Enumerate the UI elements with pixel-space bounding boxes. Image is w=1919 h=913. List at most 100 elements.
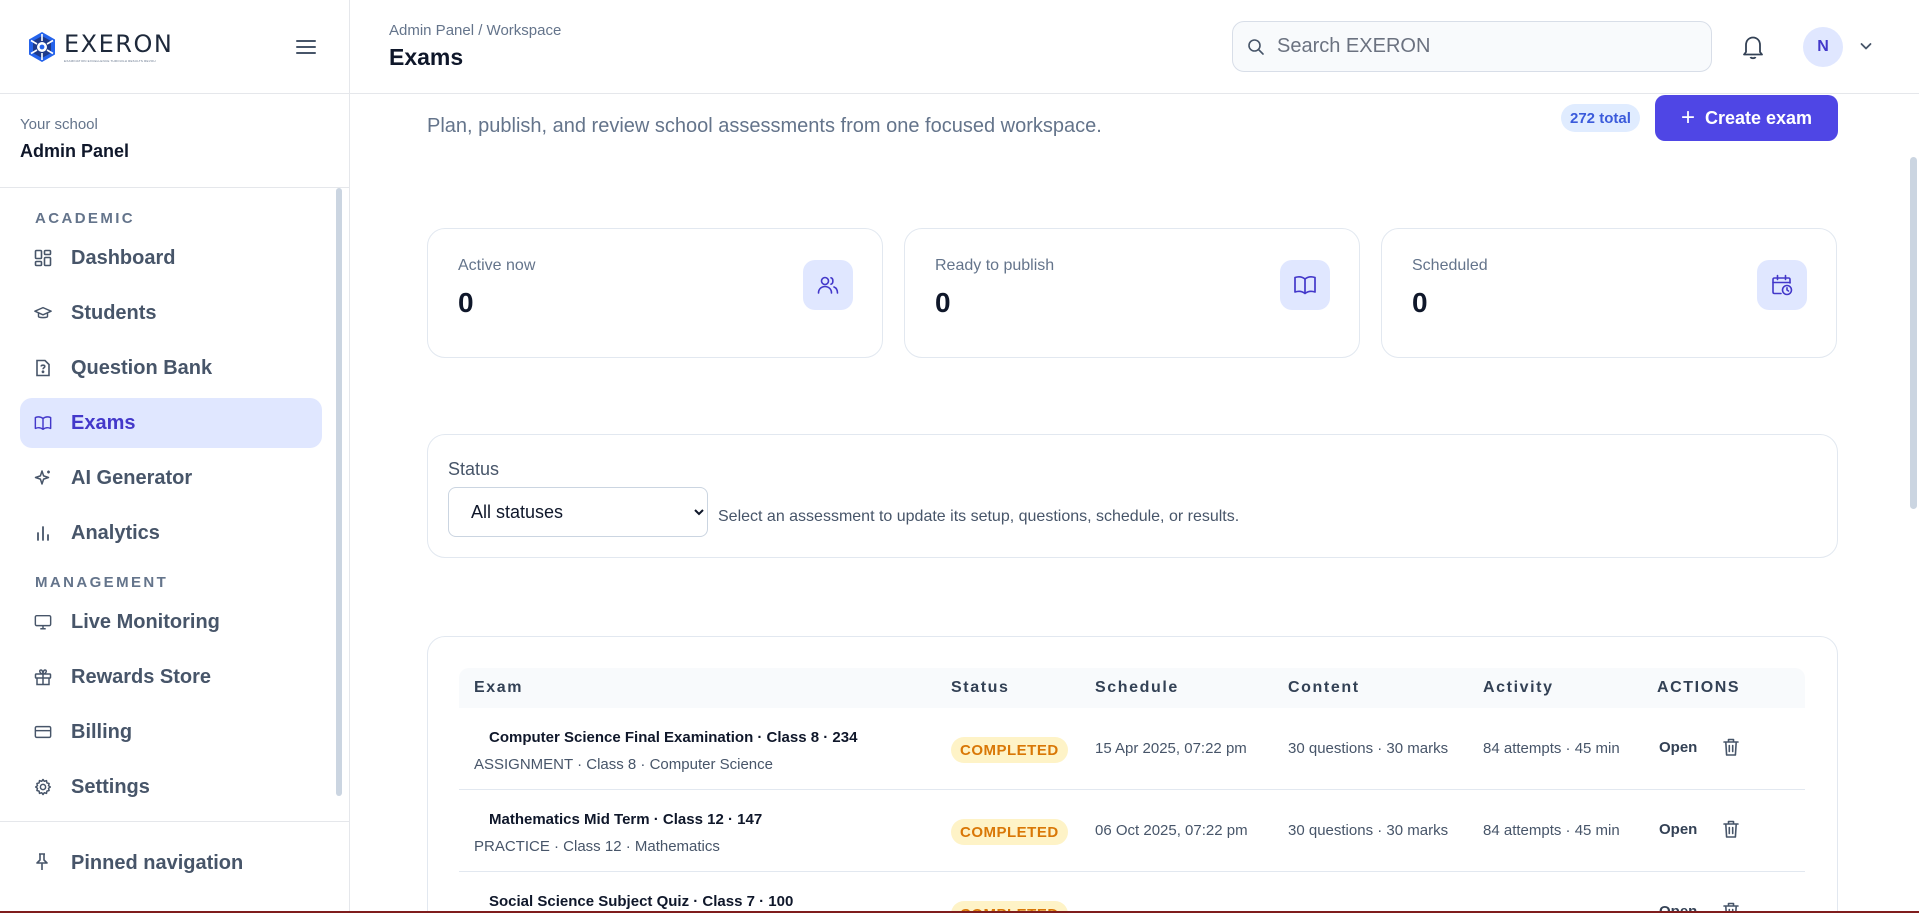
sidebar-item-label: Dashboard: [71, 246, 176, 269]
status-badge: COMPLETED: [951, 737, 1068, 763]
status-badge: COMPLETED: [951, 819, 1068, 845]
menu-toggle-button[interactable]: [290, 35, 322, 59]
exam-content: 30 questions · 30 marks: [1288, 822, 1449, 839]
sidebar-item-rewards-store[interactable]: Rewards Store: [20, 652, 322, 702]
school-info: Your school Admin Panel: [0, 94, 349, 188]
sidebar-item-label: Students: [71, 301, 157, 324]
monitor-icon: [34, 613, 52, 631]
stat-value: 0: [935, 287, 951, 318]
stat-value: 0: [1412, 287, 1428, 318]
sidebar-nav: ACADEMIC Dashboard Students Question Ban…: [0, 188, 342, 820]
exam-activity: 84 attempts · 45 min: [1483, 740, 1620, 757]
trash-icon[interactable]: [1722, 737, 1740, 757]
graduation-cap-icon: [34, 304, 52, 322]
sidebar-item-analytics[interactable]: Analytics: [20, 508, 322, 558]
stat-value: 0: [458, 287, 474, 318]
column-header-exam[interactable]: Exam: [474, 679, 523, 697]
stat-card-active-now: Active now 0: [427, 228, 883, 358]
sidebar-item-live-monitoring[interactable]: Live Monitoring: [20, 597, 322, 647]
chevron-down-icon[interactable]: [1858, 38, 1874, 54]
question-file-icon: [34, 359, 52, 377]
stat-card-ready-to-publish: Ready to publish 0: [904, 228, 1360, 358]
stat-card-scheduled: Scheduled 0: [1381, 228, 1837, 358]
column-header-actions: ACTIONS: [1657, 679, 1741, 696]
sidebar-item-students[interactable]: Students: [20, 288, 322, 338]
exam-title[interactable]: Computer Science Final Examination · Cla…: [489, 729, 857, 746]
filter-hint: Select an assessment to update its setup…: [718, 508, 1240, 525]
sidebar-item-exams[interactable]: Exams: [20, 398, 322, 448]
page-subtitle: Plan, publish, and review school assessm…: [427, 115, 1102, 137]
book-open-icon: [34, 414, 52, 432]
stat-caption: Active now: [458, 257, 536, 274]
pinned-navigation-toggle[interactable]: Pinned navigation: [0, 821, 350, 913]
status-filter-select[interactable]: All statuses: [448, 487, 708, 537]
stat-caption: Ready to publish: [935, 257, 1055, 274]
sidebar-item-label: Live Monitoring: [71, 610, 220, 633]
sidebar-item-settings[interactable]: Settings: [20, 762, 322, 812]
table-row[interactable]: Social Science Subject Quiz · Class 7 · …: [459, 872, 1805, 913]
sidebar-item-label: Billing: [71, 720, 133, 743]
exam-title[interactable]: Mathematics Mid Term · Class 12 · 147: [489, 811, 762, 828]
filter-card: Status All statuses Select an assessment…: [427, 434, 1838, 558]
brand-header: EXERON EXAMINATION EXCELLENCE THROUGH RE…: [0, 0, 349, 94]
open-exam-button[interactable]: Open: [1659, 821, 1697, 838]
nav-heading-management: MANAGEMENT: [35, 574, 169, 591]
top-bar: Admin Panel / Workspace Exams N: [350, 0, 1919, 94]
create-exam-button[interactable]: + Create exam: [1655, 95, 1838, 141]
sparkles-icon: [34, 469, 52, 487]
table-row[interactable]: Computer Science Final Examination · Cla…: [459, 708, 1805, 790]
exam-meta: ASSIGNMENT · Class 8 · Computer Science: [474, 756, 773, 773]
brand-wordmark: EXERON EXAMINATION EXCELLENCE THROUGH RE…: [64, 31, 173, 63]
stat-caption: Scheduled: [1412, 257, 1488, 274]
column-header-status[interactable]: Status: [951, 679, 1010, 697]
sidebar-item-label: Exams: [71, 411, 136, 434]
exam-activity: 84 attempts · 45 min: [1483, 822, 1620, 839]
hamburger-icon: [296, 40, 316, 54]
search-box[interactable]: [1232, 21, 1712, 72]
main-content: Plan, publish, and review school assessm…: [350, 95, 1919, 913]
pinned-navigation-label: Pinned navigation: [71, 852, 244, 874]
column-header-schedule[interactable]: Schedule: [1095, 679, 1179, 697]
school-name: Admin Panel: [20, 141, 130, 161]
column-header-activity[interactable]: Activity: [1483, 679, 1554, 697]
school-caption: Your school: [20, 116, 98, 133]
brand-tagline: EXAMINATION EXCELLENCE THROUGH RESULTS R…: [64, 58, 156, 63]
page-title: Exams: [389, 44, 464, 70]
sidebar: EXERON EXAMINATION EXCELLENCE THROUGH RE…: [0, 0, 350, 913]
sidebar-item-label: AI Generator: [71, 466, 193, 489]
exam-schedule: 15 Apr 2025, 07:22 pm: [1095, 740, 1247, 757]
bar-chart-icon: [34, 524, 52, 542]
exam-content: 30 questions · 30 marks: [1288, 740, 1449, 757]
table-row[interactable]: Mathematics Mid Term · Class 12 · 147 PR…: [459, 790, 1805, 872]
trash-icon[interactable]: [1722, 819, 1740, 839]
exams-table-card: Exam Status Schedule Content Activity AC…: [427, 636, 1838, 913]
open-exam-button[interactable]: Open: [1659, 739, 1697, 756]
sidebar-item-label: Analytics: [71, 521, 160, 544]
gift-icon: [34, 668, 52, 686]
table-header: Exam Status Schedule Content Activity AC…: [459, 668, 1805, 708]
sidebar-item-label: Settings: [71, 775, 150, 798]
users-icon: [803, 260, 853, 310]
sidebar-item-ai-generator[interactable]: AI Generator: [20, 453, 322, 503]
user-avatar[interactable]: N: [1803, 27, 1843, 67]
search-input[interactable]: [1277, 35, 1677, 58]
exam-title[interactable]: Social Science Subject Quiz · Class 7 · …: [489, 893, 793, 910]
sidebar-item-dashboard[interactable]: Dashboard: [20, 233, 322, 283]
main-scrollbar[interactable]: [1910, 157, 1917, 509]
exam-schedule: 06 Oct 2025, 07:22 pm: [1095, 822, 1248, 839]
exam-meta: PRACTICE · Class 12 · Mathematics: [474, 838, 720, 855]
sidebar-item-question-bank[interactable]: Question Bank: [20, 343, 322, 393]
sidebar-item-billing[interactable]: Billing: [20, 707, 322, 757]
breadcrumb[interactable]: Admin Panel / Workspace: [389, 22, 561, 39]
notifications-bell-icon[interactable]: [1740, 33, 1766, 61]
exeron-logo-icon: [29, 31, 55, 62]
column-header-content[interactable]: Content: [1288, 679, 1360, 697]
search-icon: [1248, 38, 1264, 55]
sidebar-scrollbar[interactable]: [336, 188, 342, 796]
status-filter-label: Status: [448, 459, 500, 479]
sidebar-item-label: Question Bank: [71, 356, 213, 379]
dashboard-icon: [34, 249, 52, 267]
total-count-badge: 272 total: [1561, 104, 1640, 132]
gear-icon: [34, 778, 52, 796]
credit-card-icon: [34, 723, 52, 741]
